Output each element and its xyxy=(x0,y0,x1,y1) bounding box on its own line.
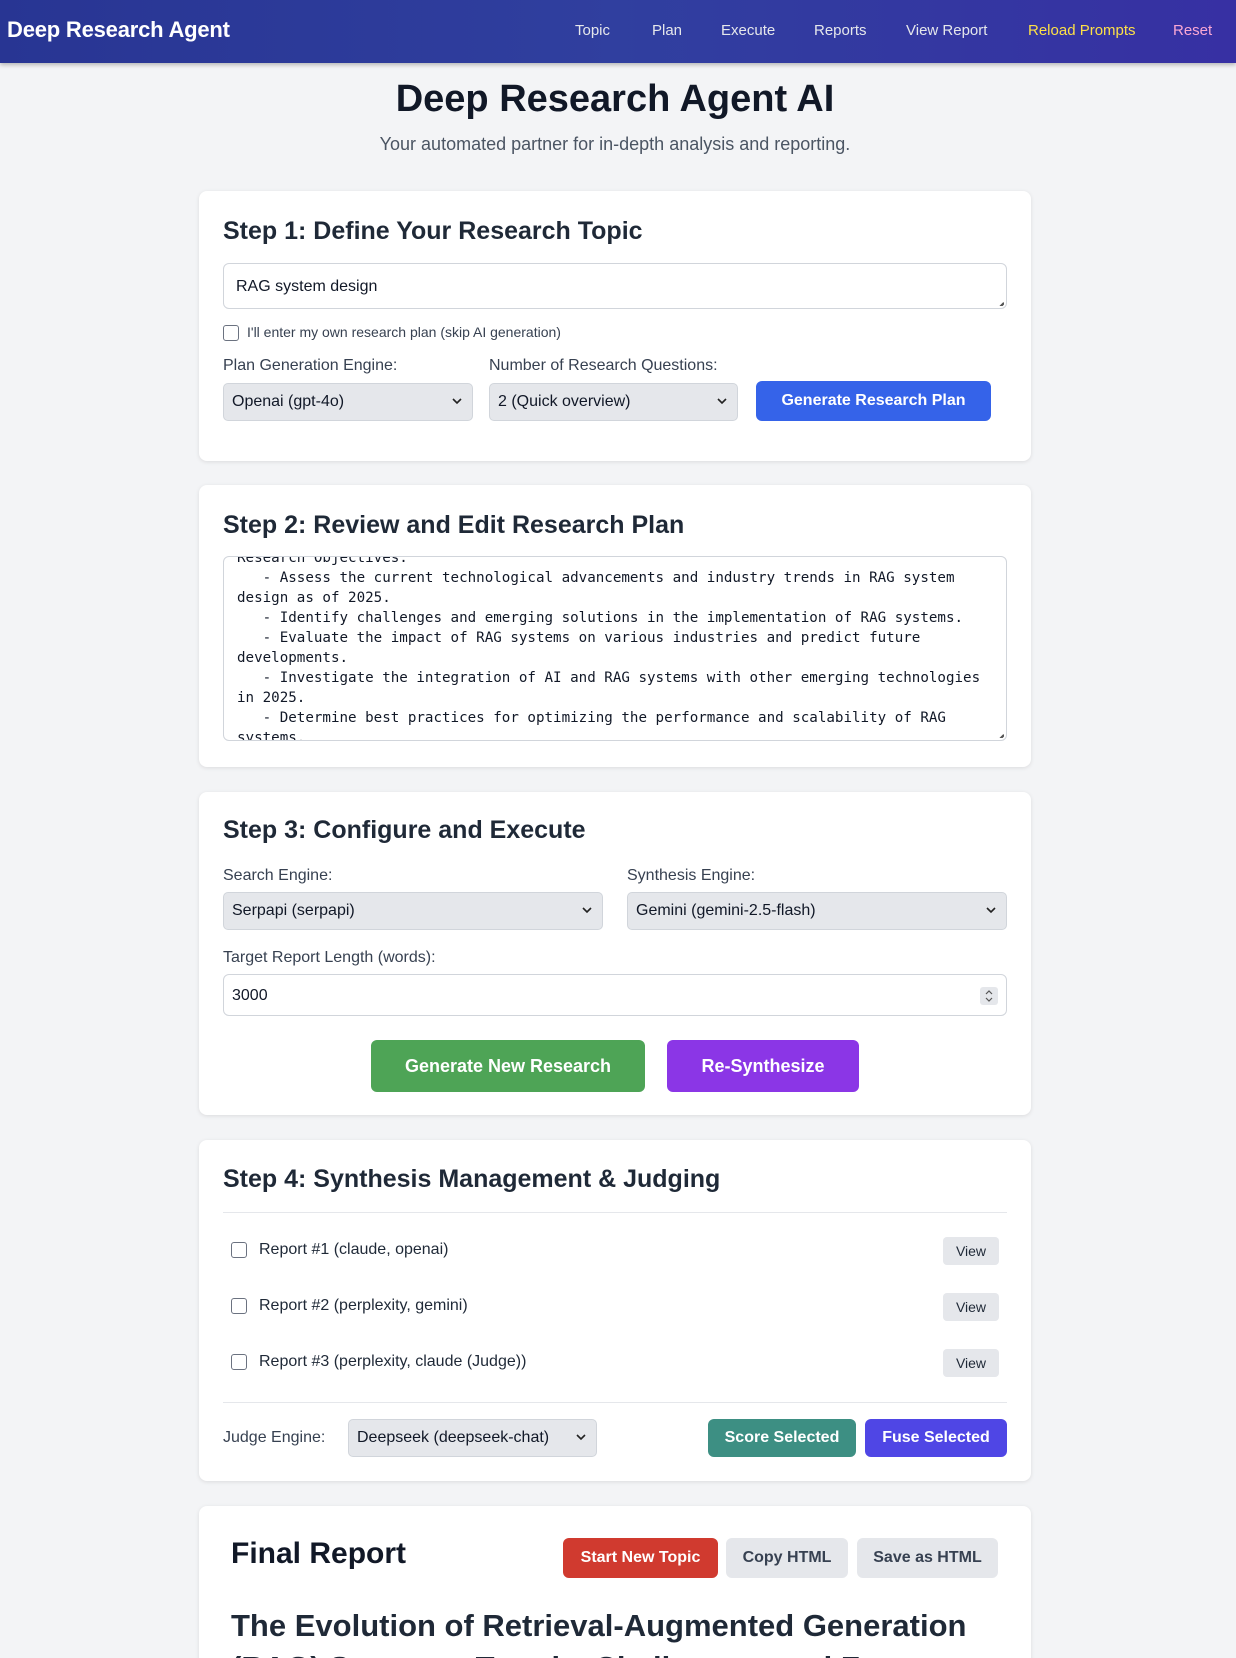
search-engine-label: Search Engine: xyxy=(223,867,333,884)
report-heading: The Evolution of Retrieval-Augmented Gen… xyxy=(231,1608,967,1658)
step4-card: Step 4: Synthesis Management & Judging R… xyxy=(199,1140,1031,1481)
start-new-topic-button[interactable]: Start New Topic xyxy=(563,1538,718,1578)
save-as-html-button[interactable]: Save as HTML xyxy=(857,1538,998,1578)
report-item-label: Report #3 (perplexity, claude (Judge)) xyxy=(259,1353,527,1370)
divider xyxy=(223,1212,1007,1213)
report-checkbox[interactable] xyxy=(231,1298,247,1314)
report-checkbox[interactable] xyxy=(231,1354,247,1370)
divider xyxy=(223,1402,1007,1403)
step2-title: Step 2: Review and Edit Research Plan xyxy=(223,511,685,539)
step2-card: Step 2: Review and Edit Research Plan Re… xyxy=(199,485,1031,767)
topic-input-value: RAG system design xyxy=(236,278,378,295)
search-engine-select[interactable]: Serpapi (serpapi) xyxy=(223,892,603,930)
resize-handle-icon[interactable] xyxy=(980,282,1004,306)
report-item-label: Report #2 (perplexity, gemini) xyxy=(259,1297,468,1314)
num-questions-value: 2 (Quick overview) xyxy=(498,393,631,410)
chevron-down-icon xyxy=(452,398,462,405)
own-plan-checkbox[interactable] xyxy=(223,325,239,341)
step3-title: Step 3: Configure and Execute xyxy=(223,816,586,844)
judge-engine-select[interactable]: Deepseek (deepseek-chat) xyxy=(348,1419,597,1457)
judge-engine-value: Deepseek (deepseek-chat) xyxy=(357,1429,550,1446)
chevron-down-icon xyxy=(986,907,996,914)
num-questions-select[interactable]: 2 (Quick overview) xyxy=(489,383,738,421)
judge-engine-label: Judge Engine: xyxy=(223,1429,326,1446)
nav-link-reload-prompts[interactable]: Reload Prompts xyxy=(1028,22,1136,39)
step1-card: Step 1: Define Your Research Topic RAG s… xyxy=(199,191,1031,461)
synthesis-engine-label: Synthesis Engine: xyxy=(627,867,756,884)
target-length-value: 3000 xyxy=(232,987,268,1004)
step4-title: Step 4: Synthesis Management & Judging xyxy=(223,1165,721,1193)
chevron-down-icon xyxy=(582,907,592,914)
resynthesize-button[interactable]: Re-Synthesize xyxy=(667,1040,859,1092)
own-plan-label: I'll enter my own research plan (skip AI… xyxy=(247,324,561,340)
nav-link-execute[interactable]: Execute xyxy=(721,22,775,39)
top-navbar: Deep Research Agent Topic Plan Execute R… xyxy=(0,0,1236,63)
view-report-button[interactable]: View xyxy=(943,1293,999,1321)
nav-link-topic[interactable]: Topic xyxy=(575,22,610,39)
report-checkbox[interactable] xyxy=(231,1242,247,1258)
target-length-label: Target Report Length (words): xyxy=(223,949,436,966)
plan-engine-label: Plan Generation Engine: xyxy=(223,357,398,374)
chevron-down-icon xyxy=(576,1434,586,1441)
final-report-card: Final Report Start New Topic Copy HTML S… xyxy=(199,1506,1031,1658)
search-engine-value: Serpapi (serpapi) xyxy=(232,902,355,919)
nav-link-view-report[interactable]: View Report xyxy=(906,22,987,39)
target-length-input[interactable]: 3000 xyxy=(223,974,1007,1016)
research-plan-text: Research Objectives: - Assess the curren… xyxy=(237,556,981,741)
plan-engine-select[interactable]: Openai (gpt-4o) xyxy=(223,383,473,421)
step3-card: Step 3: Configure and Execute Search Eng… xyxy=(199,792,1031,1115)
page-subtitle: Your automated partner for in-depth anal… xyxy=(379,134,851,154)
research-plan-textarea[interactable]: Research Objectives: - Assess the curren… xyxy=(223,556,1007,741)
synthesis-engine-select[interactable]: Gemini (gemini-2.5-flash) xyxy=(627,892,1007,930)
resize-handle-icon[interactable] xyxy=(980,714,1004,738)
fuse-selected-button[interactable]: Fuse Selected xyxy=(865,1419,1007,1457)
page-title: Deep Research Agent AI xyxy=(395,78,835,120)
nav-link-reset[interactable]: Reset xyxy=(1173,22,1212,39)
copy-html-button[interactable]: Copy HTML xyxy=(726,1538,848,1578)
brand-title[interactable]: Deep Research Agent xyxy=(7,17,230,43)
number-stepper-icon[interactable] xyxy=(980,987,998,1005)
topic-input[interactable]: RAG system design xyxy=(223,263,1007,309)
view-report-button[interactable]: View xyxy=(943,1349,999,1377)
report-item-label: Report #1 (claude, openai) xyxy=(259,1241,449,1258)
generate-plan-button[interactable]: Generate Research Plan xyxy=(756,381,991,421)
nav-link-reports[interactable]: Reports xyxy=(814,22,867,39)
final-report-title: Final Report xyxy=(231,1537,407,1570)
step1-title: Step 1: Define Your Research Topic xyxy=(223,217,643,245)
num-questions-label: Number of Research Questions: xyxy=(489,357,718,374)
plan-engine-value: Openai (gpt-4o) xyxy=(232,393,345,410)
generate-new-research-button[interactable]: Generate New Research xyxy=(371,1040,645,1092)
score-selected-button[interactable]: Score Selected xyxy=(708,1419,856,1457)
chevron-down-icon xyxy=(717,398,727,405)
nav-link-plan[interactable]: Plan xyxy=(652,22,682,39)
view-report-button[interactable]: View xyxy=(943,1237,999,1265)
synthesis-engine-value: Gemini (gemini-2.5-flash) xyxy=(636,902,816,919)
